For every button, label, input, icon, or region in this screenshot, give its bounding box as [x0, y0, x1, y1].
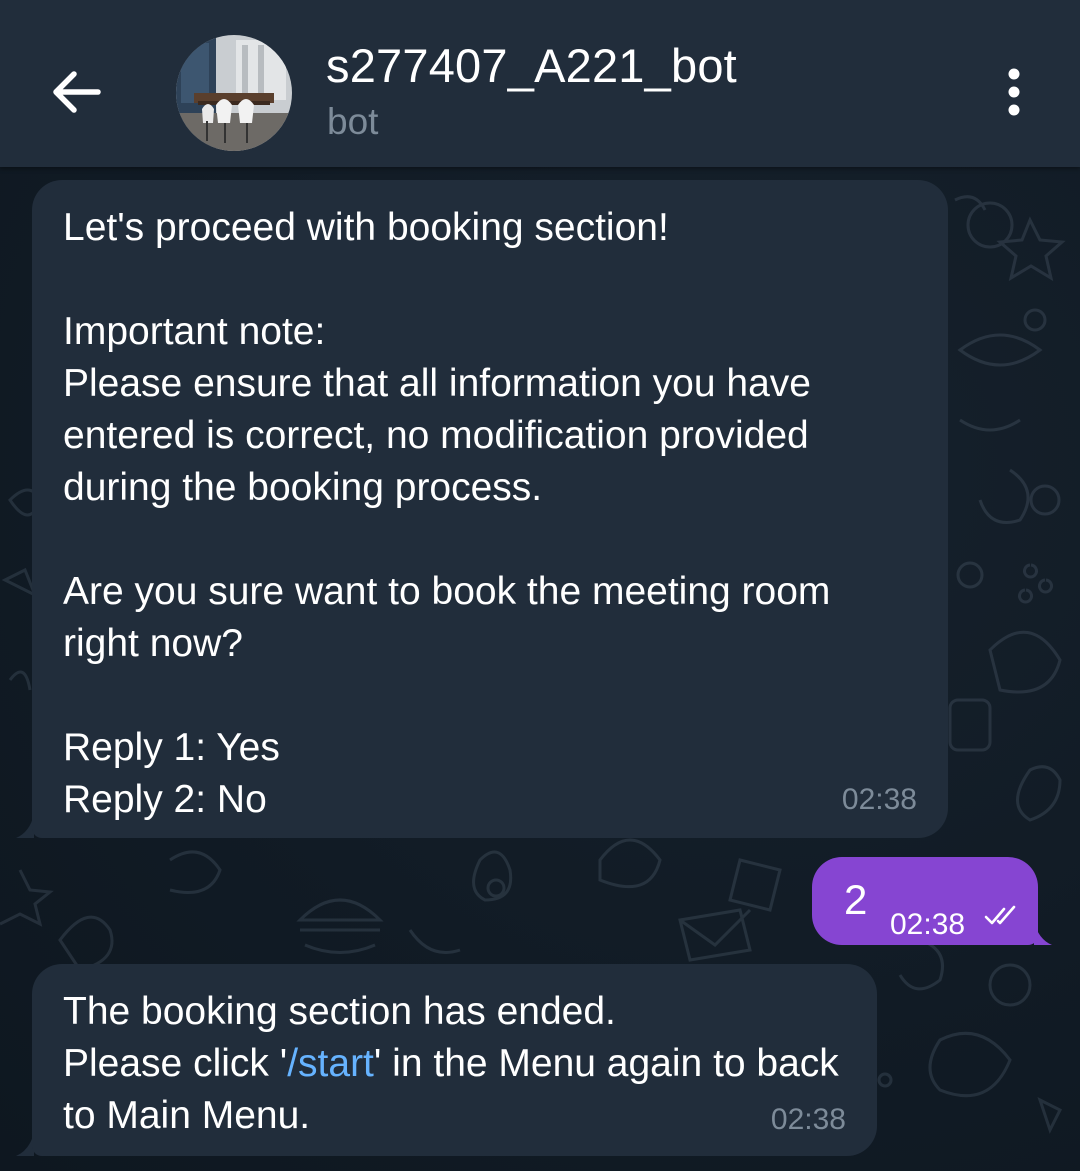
message-text: The booking section has ended. Please cl…: [63, 986, 845, 1142]
start-command-link[interactable]: /start: [287, 1042, 374, 1085]
outgoing-message[interactable]: 2 02:38: [812, 857, 1038, 945]
chat-screen: s277407_A221_bot bot Let's proceed with …: [0, 0, 1080, 1171]
more-options-button[interactable]: [990, 64, 1038, 120]
chat-subtitle: bot: [327, 101, 379, 142]
meeting-room-photo: [176, 35, 292, 151]
message-text: Let's proceed with booking section! Impo…: [63, 206, 831, 821]
chat-title[interactable]: s277407_A221_bot: [326, 38, 737, 93]
more-vertical-icon: [1008, 68, 1020, 116]
bot-avatar[interactable]: [176, 35, 292, 151]
double-check-icon: [984, 905, 1016, 925]
message-text: 2: [844, 876, 868, 923]
incoming-message[interactable]: The booking section has ended. Please cl…: [32, 964, 877, 1156]
message-time: 02:38: [770, 1103, 846, 1136]
message-time: 02:38: [890, 908, 966, 941]
back-button[interactable]: [40, 56, 112, 128]
incoming-message[interactable]: Let's proceed with booking section! Impo…: [32, 180, 948, 838]
arrow-left-icon: [53, 71, 101, 113]
chat-header: s277407_A221_bot bot: [0, 0, 1080, 167]
message-time: 02:38: [841, 783, 917, 816]
